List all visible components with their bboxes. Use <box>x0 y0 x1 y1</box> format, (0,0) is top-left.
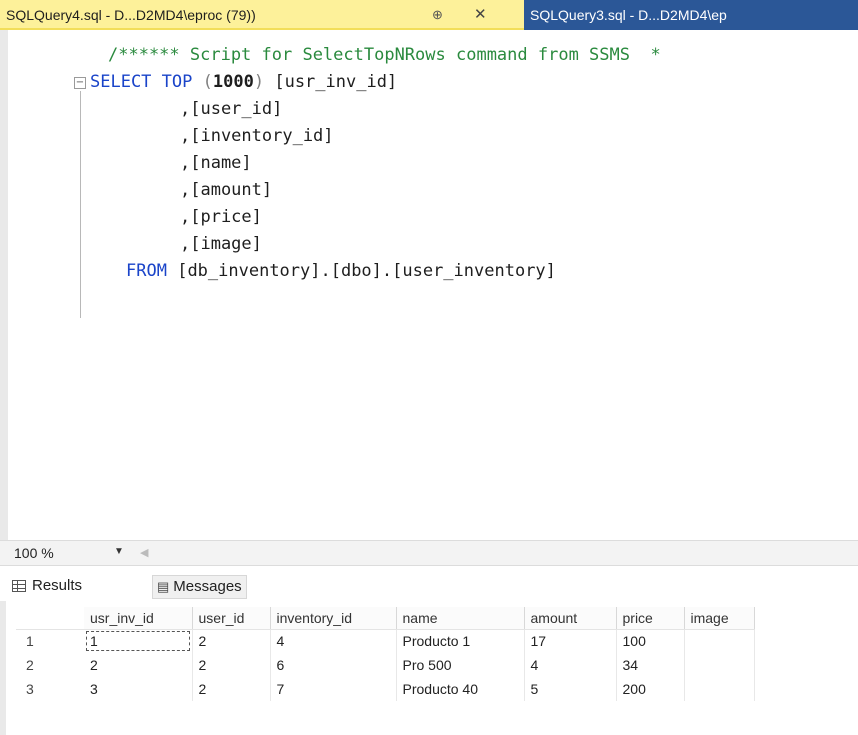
chevron-down-icon[interactable]: ▼ <box>114 546 124 557</box>
pin-icon[interactable]: ⊕ <box>432 0 443 28</box>
close-icon[interactable]: ✕ <box>474 0 487 28</box>
table-cell[interactable]: Producto 40 <box>396 677 525 701</box>
column-usr-inv-id: [usr_inv_id] <box>274 72 398 92</box>
column-header[interactable]: usr_inv_id <box>84 607 193 630</box>
table-cell[interactable]: 2 <box>192 629 271 653</box>
comment-text: /****** Script for SelectTopNRows comman… <box>108 45 661 65</box>
table-cell[interactable] <box>684 629 755 653</box>
results-table: usr_inv_id user_id inventory_id name amo… <box>16 607 755 701</box>
column-header[interactable]: price <box>616 607 685 630</box>
scroll-left-icon[interactable]: ◀ <box>140 546 148 559</box>
tab-title: SQLQuery3.sql - D...D2MD4\ep <box>530 7 727 23</box>
tab-messages[interactable]: ▤ Messages <box>152 575 247 599</box>
row-number[interactable]: 1 <box>16 629 84 653</box>
code-from-line: FROM [db_inventory].[dbo].[user_inventor… <box>126 258 556 285</box>
table-row[interactable]: 1 1 2 4 Producto 1 17 100 <box>16 629 755 653</box>
results-grid[interactable]: usr_inv_id user_id inventory_id name amo… <box>0 601 858 735</box>
keyword-top: TOP <box>161 72 193 92</box>
table-cell[interactable]: 100 <box>616 629 685 653</box>
tab-sqlquery3[interactable]: SQLQuery3.sql - D...D2MD4\ep <box>524 0 858 30</box>
table-row[interactable]: 3 3 2 7 Producto 40 5 200 <box>16 677 755 701</box>
code-column-line: ,[name] <box>180 153 252 173</box>
table-cell[interactable]: 2 <box>192 677 271 701</box>
table-cell[interactable]: 1 <box>84 629 193 653</box>
table-cell[interactable]: 3 <box>84 677 193 701</box>
tab-messages-label: Messages <box>173 578 242 595</box>
code-column-line: ,[amount] <box>180 180 273 200</box>
table-cell[interactable]: 5 <box>524 677 617 701</box>
column-header[interactable]: name <box>396 607 525 630</box>
table-cell[interactable] <box>684 677 755 701</box>
code-select-line: SELECT TOP (1000) [usr_inv_id] <box>90 69 397 96</box>
tab-sqlquery4[interactable]: SQLQuery4.sql - D...D2MD4\eproc (79)) ⊕ … <box>0 0 524 30</box>
paren-close: ) <box>253 72 265 92</box>
code-column-line: ,[user_id] <box>180 99 283 119</box>
zoom-bar: 100 % ▼ ◀ <box>0 540 858 566</box>
code-comment: /****** Script for SelectTopNRows comman… <box>108 42 661 69</box>
code-column-line: ,[inventory_id] <box>180 126 334 146</box>
table-cell[interactable]: Pro 500 <box>396 653 525 677</box>
table-cell[interactable]: 17 <box>524 629 617 653</box>
query-editor[interactable]: − /****** Script for SelectTopNRows comm… <box>0 30 858 540</box>
collapse-icon[interactable]: − <box>74 77 86 89</box>
zoom-level[interactable]: 100 % <box>14 545 54 561</box>
row-number-header <box>16 607 84 630</box>
code-column-line: ,[image] <box>180 234 262 254</box>
paren-open: ( <box>202 72 213 92</box>
table-cell[interactable]: 4 <box>270 629 397 653</box>
row-number[interactable]: 2 <box>16 653 84 677</box>
header-row: usr_inv_id user_id inventory_id name amo… <box>16 607 755 630</box>
table-cell[interactable]: 6 <box>270 653 397 677</box>
column-header[interactable]: user_id <box>192 607 271 630</box>
grid-icon <box>12 580 26 592</box>
column-header[interactable]: amount <box>524 607 617 630</box>
table-cell[interactable]: 7 <box>270 677 397 701</box>
table-cell[interactable]: Producto 1 <box>396 629 525 653</box>
column-header[interactable]: inventory_id <box>270 607 397 630</box>
column-header[interactable]: image <box>684 607 755 630</box>
table-cell[interactable]: 4 <box>524 653 617 677</box>
tab-results[interactable]: Results <box>28 575 86 599</box>
code-column-line: ,[price] <box>180 207 262 227</box>
table-cell[interactable] <box>684 653 755 677</box>
fold-guide <box>80 91 81 318</box>
tab-results-label: Results <box>32 577 83 594</box>
row-number[interactable]: 3 <box>16 677 84 701</box>
from-table: [db_inventory].[dbo].[user_inventory] <box>177 261 556 281</box>
results-tab-strip: Results ▤ Messages <box>0 567 858 601</box>
table-cell[interactable]: 2 <box>84 653 193 677</box>
keyword-select: SELECT <box>90 72 152 92</box>
table-row[interactable]: 2 2 2 6 Pro 500 4 34 <box>16 653 755 677</box>
keyword-from: FROM <box>126 261 167 281</box>
document-tab-bar: SQLQuery4.sql - D...D2MD4\eproc (79)) ⊕ … <box>0 0 858 30</box>
table-cell[interactable]: 200 <box>616 677 685 701</box>
tab-title: SQLQuery4.sql - D...D2MD4\eproc (79)) <box>6 7 256 23</box>
messages-icon: ▤ <box>157 579 170 594</box>
table-cell[interactable]: 34 <box>616 653 685 677</box>
top-count: 1000 <box>212 72 254 92</box>
table-cell[interactable]: 2 <box>192 653 271 677</box>
